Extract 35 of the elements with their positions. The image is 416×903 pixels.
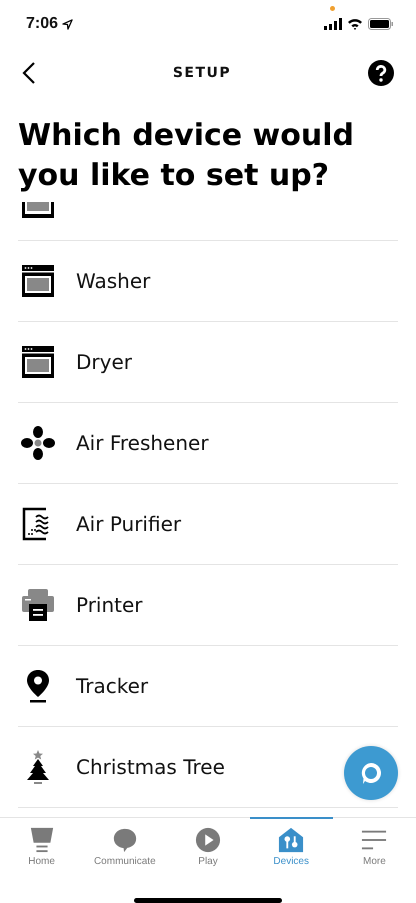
tab-item[interactable]: Play: [166, 817, 250, 878]
back-icon: [22, 61, 36, 85]
tab-item[interactable]: Devices: [250, 817, 333, 878]
printer-icon: [20, 587, 56, 623]
device-list-item[interactable]: Printer: [20, 587, 143, 623]
speech-bubble-icon: [112, 827, 138, 853]
page-title: SETUP: [172, 65, 232, 81]
signal-icon: [324, 18, 342, 30]
washing-machine-icon: [20, 263, 56, 299]
location-arrow-icon: [62, 18, 74, 30]
device-list-item[interactable]: Christmas Tree: [20, 749, 225, 785]
fan-icon: [20, 425, 56, 461]
washing-machine-icon: [20, 344, 56, 380]
play-icon: [195, 827, 221, 853]
battery-icon: [368, 18, 394, 30]
device-list-item[interactable]: Air Purifier: [20, 506, 182, 542]
page-heading: Which device would you like to set up?: [17, 117, 355, 194]
back-button[interactable]: [22, 61, 36, 85]
wifi-icon: [347, 18, 363, 30]
speaker-icon: [28, 827, 55, 853]
help-button[interactable]: [368, 60, 394, 86]
device-list-item[interactable]: Air Freshener: [20, 425, 209, 461]
house-icon: [278, 827, 304, 853]
voice-assistant-button[interactable]: [344, 746, 398, 800]
device-list-item[interactable]: Dryer: [20, 344, 132, 380]
tab-item[interactable]: More: [332, 817, 416, 878]
clock-time: 7:06: [26, 15, 58, 33]
help-icon: [368, 60, 394, 86]
dishwasher-icon: [20, 202, 56, 218]
privacy-dot: [330, 6, 335, 11]
speech-ring-icon: [359, 761, 383, 785]
tab-item[interactable]: Home: [0, 817, 84, 878]
device-list-item[interactable]: Washer: [20, 263, 150, 299]
device-list-item[interactable]: Tracker: [20, 668, 148, 704]
tab-item[interactable]: Communicate: [83, 817, 166, 878]
